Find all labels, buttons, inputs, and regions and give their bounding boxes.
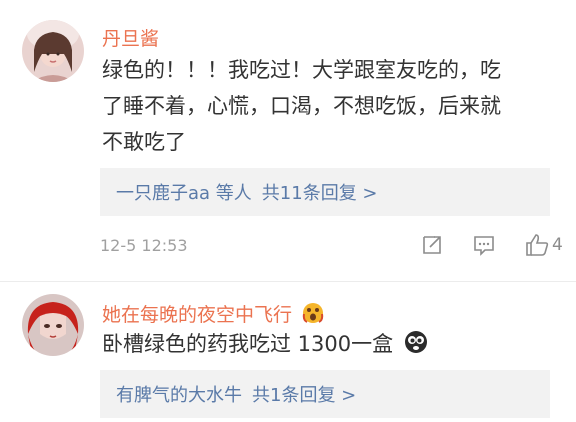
share-icon [423, 236, 441, 254]
comment-icon [474, 236, 494, 256]
replies-summary[interactable]: 一只鹿子aa 等人 共11条回复 > [100, 168, 550, 216]
comment-text: 绿色的！！！我吃过！大学跟室友吃的，吃 了睡不着，心慌，口渴，不想吃饭，后来就 … [102, 52, 562, 160]
username[interactable]: 她在每晚的夜空中飞行 [102, 300, 324, 327]
like-button[interactable]: 4 [524, 232, 563, 258]
share-button[interactable] [420, 232, 444, 258]
like-icon [526, 234, 549, 256]
comment-line: 卧槽绿色的药我吃过 1300一盒 [102, 332, 394, 356]
comment-1: 丹旦酱 绿色的！！！我吃过！大学跟室友吃的，吃 了睡不着，心慌，口渴，不想吃饭，… [0, 0, 576, 280]
comment-line: 绿色的！！！我吃过！大学跟室友吃的，吃 [102, 58, 501, 82]
comment-button[interactable] [472, 232, 496, 258]
comment-text: 卧槽绿色的药我吃过 1300一盒 [102, 326, 562, 362]
replies-summary[interactable]: 有脾气的大水牛 共1条回复 > [100, 370, 550, 418]
emoji-icon [404, 331, 427, 353]
reply-authors: 一只鹿子aa 等人 [116, 183, 252, 204]
comment-2: 她在每晚的夜空中飞行 卧槽绿色的药我吃过 1300一盒 有脾气的大水牛 共1条回… [0, 282, 576, 422]
avatar[interactable] [22, 294, 84, 356]
comment-line: 不敢吃了 [102, 130, 186, 154]
username[interactable]: 丹旦酱 [102, 24, 159, 51]
reply-count: 共11条回复 > [261, 183, 378, 204]
timestamp: 12-5 12:53 [100, 236, 188, 255]
comment-line: 了睡不着，心慌，口渴，不想吃饭，后来就 [102, 94, 501, 118]
username-text: 她在每晚的夜空中飞行 [102, 304, 293, 326]
avatar[interactable] [22, 20, 84, 82]
like-count: 4 [552, 235, 563, 255]
reply-authors: 有脾气的大水牛 [116, 385, 242, 406]
shocked-emoji-icon [302, 303, 324, 323]
reply-count: 共1条回复 > [252, 385, 357, 406]
